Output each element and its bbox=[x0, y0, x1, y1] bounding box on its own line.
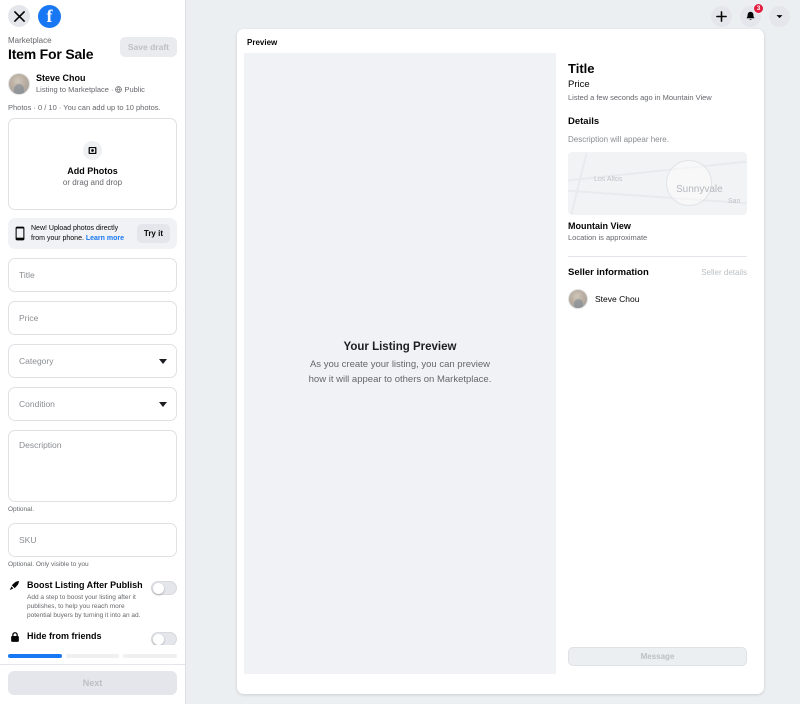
hide-from-friends-description: This listing will be hidden from your Fa… bbox=[27, 644, 145, 645]
bell-icon[interactable]: 3 bbox=[740, 3, 764, 27]
composer-footer: Next bbox=[0, 664, 185, 704]
description-hint: Optional. bbox=[8, 506, 35, 513]
audience-row[interactable]: Listing to Marketplace · Public bbox=[36, 84, 145, 95]
progress-segment-1 bbox=[8, 654, 62, 658]
facebook-logo-letter: f bbox=[46, 6, 53, 26]
preview-price: Price bbox=[568, 79, 590, 90]
seller-name: Steve Chou bbox=[595, 294, 640, 304]
preview-description-placeholder: Description will appear here. bbox=[568, 135, 669, 144]
toggle-knob bbox=[153, 583, 164, 594]
plus-icon[interactable] bbox=[711, 6, 732, 27]
add-photos-title: Add Photos bbox=[67, 166, 118, 176]
lock-icon bbox=[8, 630, 21, 643]
title-row: Marketplace Item For Sale Save draft bbox=[8, 35, 177, 63]
description-input[interactable]: Description bbox=[8, 430, 177, 502]
add-photos-subtitle: or drag and drop bbox=[62, 178, 123, 187]
condition-select[interactable]: Condition bbox=[8, 387, 177, 421]
next-button[interactable]: Next bbox=[8, 671, 177, 695]
sku-hint: Optional. Only visible to you bbox=[8, 561, 89, 568]
title-input[interactable]: Title bbox=[8, 258, 177, 292]
facebook-logo-icon[interactable]: f bbox=[38, 4, 61, 28]
preview-title: Title bbox=[568, 61, 595, 76]
preview-placeholder-subtitle-1: As you create your listing, you can prev… bbox=[309, 358, 491, 370]
hide-from-friends-option: Hide from friends This listing will be h… bbox=[8, 630, 177, 645]
message-button[interactable]: Message bbox=[568, 647, 747, 666]
condition-select-placeholder: Condition bbox=[19, 399, 55, 409]
page-title: Item For Sale bbox=[8, 46, 94, 62]
phone-upload-promo: New! Upload photos directly from your ph… bbox=[8, 218, 177, 249]
description-input-placeholder: Description bbox=[19, 440, 62, 450]
map-radius-circle bbox=[666, 160, 712, 206]
sku-input-placeholder: SKU bbox=[19, 535, 37, 545]
preview-label: Preview bbox=[247, 38, 278, 47]
photos-count-label: Photos · 0 / 10 · You can add up to 10 p… bbox=[8, 103, 161, 112]
hide-from-friends-title: Hide from friends bbox=[27, 631, 102, 641]
promo-text: New! Upload photos directly from your ph… bbox=[31, 224, 131, 243]
boost-listing-description: Add a step to boost your listing after i… bbox=[27, 594, 141, 619]
progress-segment-3 bbox=[123, 654, 178, 658]
close-icon[interactable] bbox=[8, 5, 30, 27]
composer-header: f bbox=[0, 0, 185, 32]
location-map[interactable]: Los Altos Sunnyvale San bbox=[568, 152, 747, 215]
divider bbox=[568, 256, 747, 257]
marketplace-create-listing-page: f Marketplace Item For Sale Save draft S… bbox=[0, 0, 800, 704]
seller-information-heading: Seller information bbox=[568, 267, 649, 278]
preview-body: Your Listing Preview As you create your … bbox=[237, 53, 764, 681]
author-name: Steve Chou bbox=[36, 73, 86, 83]
preview-details-heading: Details bbox=[568, 116, 600, 127]
boost-listing-option: Boost Listing After Publish Add a step t… bbox=[8, 579, 177, 620]
top-action-bar: 3 bbox=[711, 3, 790, 27]
price-input[interactable]: Price bbox=[8, 301, 177, 335]
save-draft-button[interactable]: Save draft bbox=[119, 37, 177, 57]
preview-location-name: Mountain View bbox=[568, 221, 631, 231]
progress-segment-2 bbox=[65, 654, 120, 658]
listing-preview-card: Preview Your Listing Preview As you crea… bbox=[237, 29, 764, 694]
seller-profile[interactable]: Steve Chou bbox=[568, 289, 747, 309]
listing-author: Steve Chou Listing to Marketplace · Publ… bbox=[8, 73, 177, 95]
map-label-0: Los Altos bbox=[594, 176, 623, 183]
notifications-badge: 3 bbox=[753, 3, 764, 14]
seller-information-header: Seller information Seller details bbox=[568, 267, 747, 278]
privacy-text: Public bbox=[124, 85, 145, 94]
category-select-placeholder: Category bbox=[19, 356, 54, 366]
avatar bbox=[568, 289, 588, 309]
title-input-placeholder: Title bbox=[19, 270, 35, 280]
avatar bbox=[8, 73, 30, 95]
audience-separator: · bbox=[110, 85, 114, 94]
learn-more-link[interactable]: Learn more bbox=[86, 235, 124, 242]
price-input-placeholder: Price bbox=[19, 313, 39, 323]
photo-icon bbox=[83, 141, 102, 160]
preview-stage: 3 Preview Your Listing Preview As you cr… bbox=[186, 0, 800, 704]
preview-placeholder-title: Your Listing Preview bbox=[343, 340, 457, 353]
chevron-down-icon[interactable] bbox=[769, 6, 790, 27]
sku-input[interactable]: SKU bbox=[8, 523, 177, 557]
audience-text: Listing to Marketplace bbox=[36, 85, 109, 94]
composer-scroll-area: Marketplace Item For Sale Save draft Ste… bbox=[0, 32, 185, 645]
toggle-knob bbox=[153, 634, 164, 645]
try-it-button[interactable]: Try it bbox=[136, 224, 170, 243]
seller-details-link[interactable]: Seller details bbox=[701, 268, 747, 277]
preview-detail-pane: Title Price Listed a few seconds ago in … bbox=[556, 53, 757, 674]
add-photos-dropzone[interactable]: Add Photos or drag and drop bbox=[8, 118, 177, 210]
chevron-down-icon bbox=[159, 358, 167, 364]
rocket-icon bbox=[8, 579, 21, 591]
category-select[interactable]: Category bbox=[8, 344, 177, 378]
chevron-down-icon bbox=[159, 401, 167, 407]
breadcrumb: Marketplace bbox=[8, 36, 52, 45]
globe-icon bbox=[115, 86, 123, 93]
preview-placeholder-subtitle-2: how it will appear to others on Marketpl… bbox=[308, 373, 492, 385]
map-label-2: San bbox=[728, 198, 741, 205]
progress-indicator bbox=[0, 654, 185, 664]
message-button-wrap: Message bbox=[556, 646, 757, 666]
listing-composer-panel: f Marketplace Item For Sale Save draft S… bbox=[0, 0, 186, 704]
boost-listing-title: Boost Listing After Publish bbox=[27, 580, 143, 590]
preview-media-placeholder: Your Listing Preview As you create your … bbox=[244, 53, 556, 674]
map-label-1: Sunnyvale bbox=[676, 184, 723, 195]
preview-listed-meta: Listed a few seconds ago in Mountain Vie… bbox=[568, 93, 712, 102]
preview-location-sub: Location is approximate bbox=[568, 233, 648, 242]
hide-from-friends-toggle[interactable] bbox=[151, 632, 177, 645]
phone-icon bbox=[15, 226, 25, 241]
boost-listing-toggle[interactable] bbox=[151, 581, 177, 595]
